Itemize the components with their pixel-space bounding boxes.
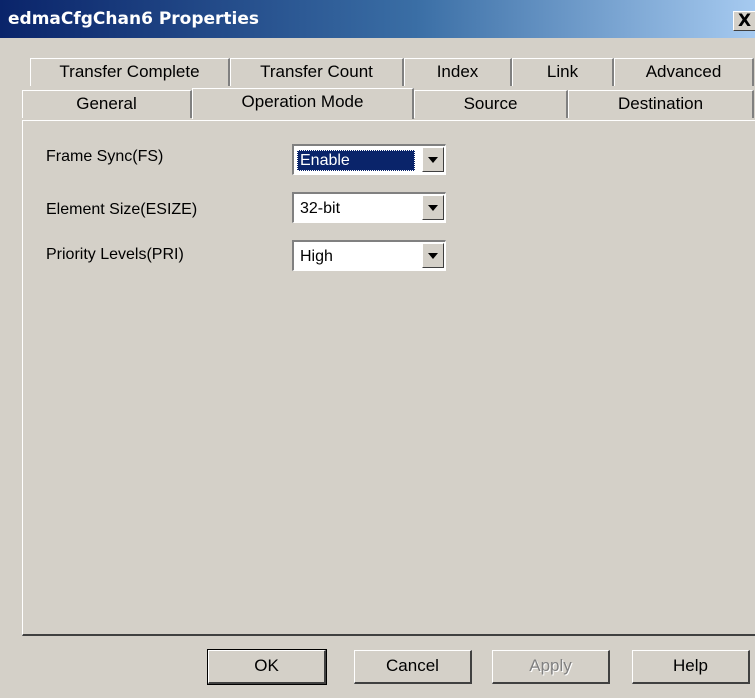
frame-sync-select[interactable]: Enable: [292, 144, 446, 175]
tab-label: Advanced: [645, 62, 722, 81]
tab-label: Link: [546, 62, 579, 81]
button-label: Help: [673, 656, 708, 675]
priority-levels-label: Priority Levels(PRI): [46, 246, 184, 263]
title-bar[interactable]: edmaCfgChan6 Properties X: [0, 0, 755, 38]
button-label: Cancel: [386, 656, 439, 675]
tab-label: Source: [463, 94, 518, 113]
tab-general[interactable]: General: [22, 90, 192, 118]
chevron-down-icon: [428, 157, 438, 163]
priority-levels-value: High: [300, 248, 333, 265]
tab-label: Transfer Complete: [59, 62, 200, 81]
close-button[interactable]: X: [733, 11, 755, 31]
dropdown-button[interactable]: [422, 147, 444, 172]
tab-label: Destination: [617, 94, 704, 113]
tab-label: Transfer Count: [260, 62, 373, 81]
tab-label: Operation Mode: [241, 92, 364, 111]
tab-advanced[interactable]: Advanced: [614, 58, 754, 86]
apply-button[interactable]: Apply: [492, 650, 610, 684]
tab-destination[interactable]: Destination: [568, 90, 754, 118]
element-size-select[interactable]: 32-bit: [292, 192, 446, 223]
help-button[interactable]: Help: [632, 650, 750, 684]
tab-link[interactable]: Link: [512, 58, 614, 86]
cancel-button[interactable]: Cancel: [354, 650, 472, 684]
tab-source[interactable]: Source: [414, 90, 568, 118]
priority-levels-select[interactable]: High: [292, 240, 446, 271]
tab-label: Index: [436, 62, 479, 81]
button-label: OK: [254, 656, 279, 675]
tab-transfer-count[interactable]: Transfer Count: [230, 58, 404, 86]
close-icon: X: [738, 11, 752, 31]
ok-button[interactable]: OK: [207, 649, 327, 685]
tab-transfer-complete[interactable]: Transfer Complete: [30, 58, 230, 86]
button-label: Apply: [529, 656, 572, 675]
chevron-down-icon: [428, 205, 438, 211]
frame-sync-label: Frame Sync(FS): [46, 148, 164, 165]
frame-sync-value: Enable: [297, 150, 415, 171]
chevron-down-icon: [428, 253, 438, 259]
dropdown-button[interactable]: [422, 243, 444, 268]
tab-index[interactable]: Index: [404, 58, 512, 86]
element-size-value: 32-bit: [300, 200, 341, 217]
element-size-label: Element Size(ESIZE): [46, 201, 198, 218]
tab-label: General: [76, 94, 137, 113]
window-title: edmaCfgChan6 Properties: [8, 9, 260, 29]
dropdown-button[interactable]: [422, 195, 444, 220]
tab-operation-mode[interactable]: Operation Mode: [192, 88, 414, 119]
properties-dialog: edmaCfgChan6 Properties X Transfer Compl…: [0, 0, 755, 698]
